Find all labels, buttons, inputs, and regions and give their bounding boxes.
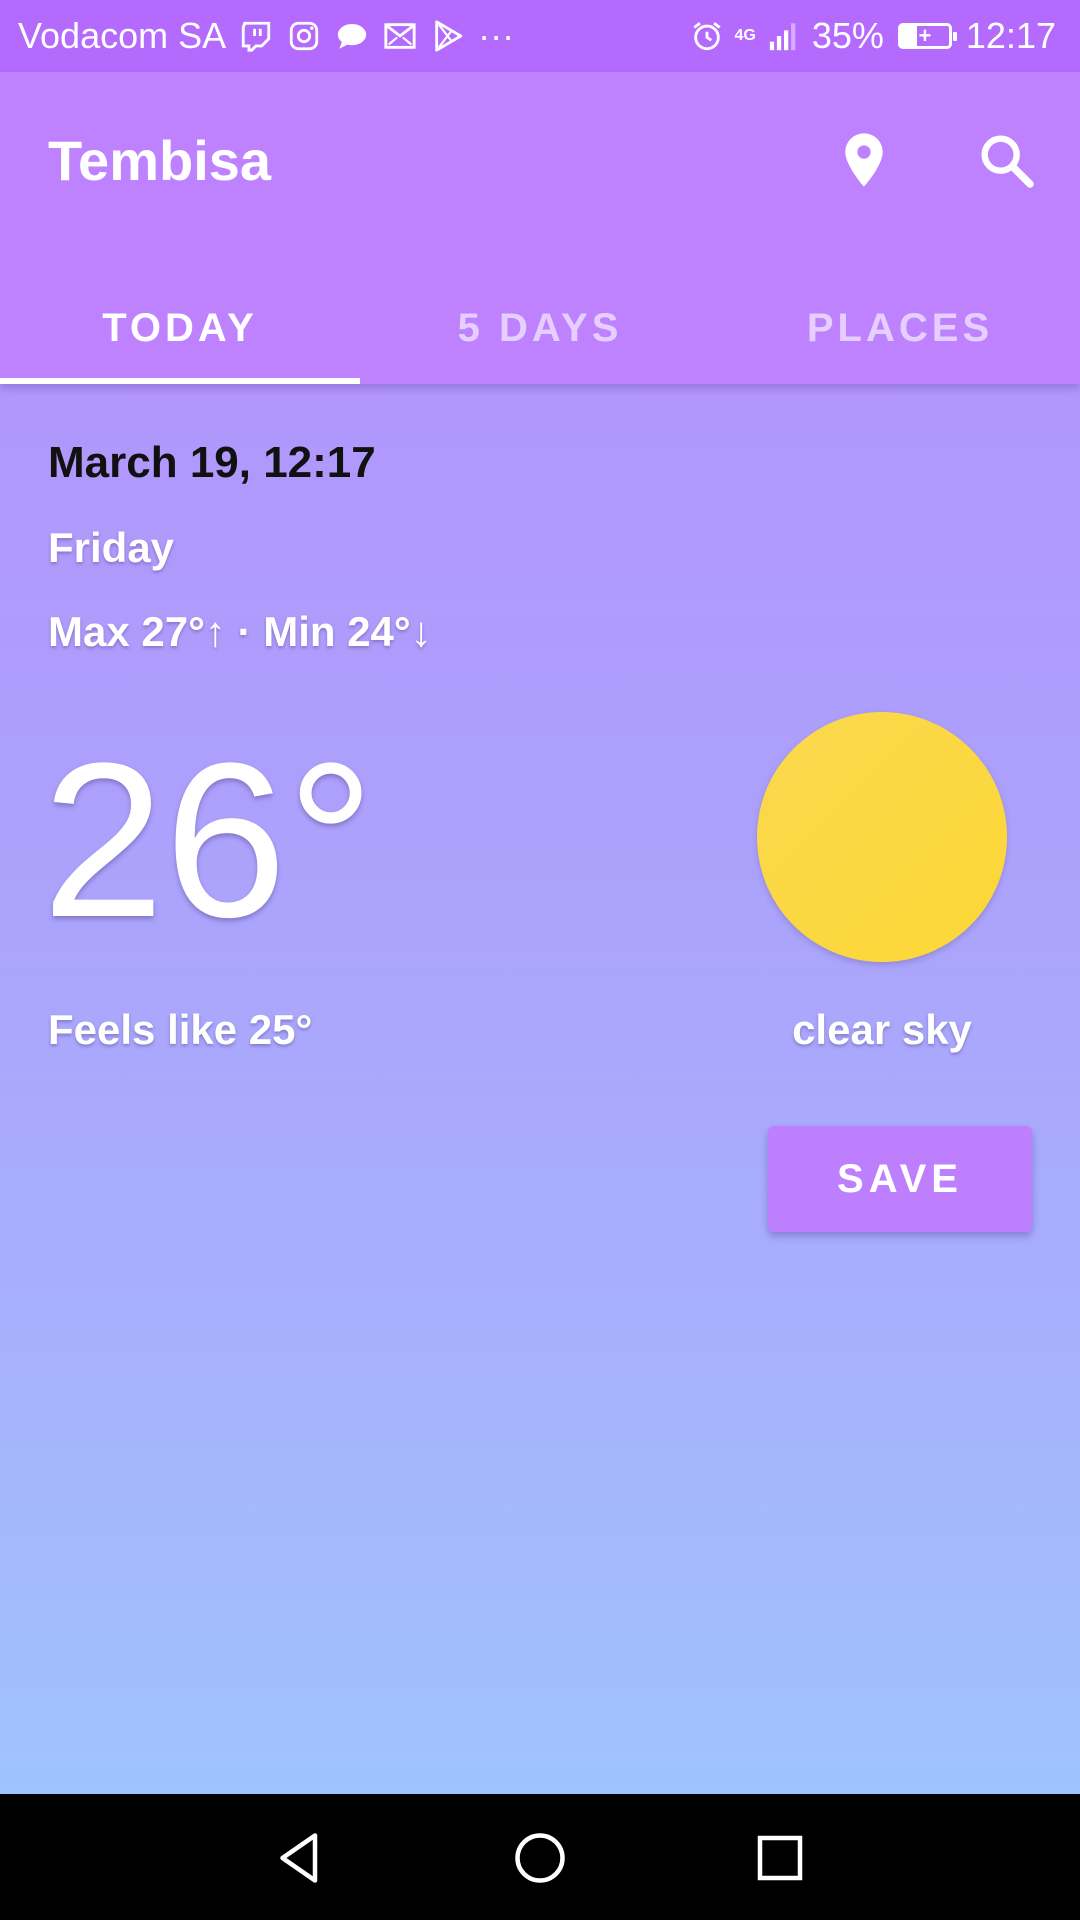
- date-time: March 19, 12:17: [48, 438, 376, 487]
- home-icon: [515, 1833, 565, 1883]
- clock: 12:17: [965, 15, 1056, 56]
- tab-bar: TODAY 5 DAYS PLACES: [0, 272, 1080, 384]
- location-button[interactable]: [820, 116, 908, 204]
- sun-icon: [757, 712, 1007, 962]
- min-max-temperature: Max 27°↑ · Min 24°↓: [48, 608, 432, 655]
- location-pin-icon: [845, 133, 883, 187]
- signal-icon: [766, 18, 802, 54]
- battery-percent: 35%: [811, 15, 884, 56]
- instagram-icon: [286, 18, 322, 54]
- back-button[interactable]: [264, 1822, 336, 1894]
- recents-button[interactable]: [744, 1822, 816, 1894]
- back-icon: [280, 1833, 318, 1883]
- save-button[interactable]: SAVE: [768, 1126, 1032, 1232]
- tab-places[interactable]: PLACES: [720, 272, 1080, 384]
- status-bar: Vodacom SA ··· 4G 35% + 12:17: [0, 0, 1080, 72]
- home-button[interactable]: [504, 1822, 576, 1894]
- tab-today[interactable]: TODAY: [0, 272, 360, 384]
- twitch-icon: [238, 18, 274, 54]
- feels-like: Feels like 25°: [48, 1006, 313, 1053]
- recents-icon: [757, 1835, 803, 1881]
- status-bar-left: Vodacom SA ···: [18, 15, 689, 57]
- app-bar: Tembisa TODAY 5 DAYS PLACES: [0, 72, 1080, 384]
- status-bar-right: 4G 35% + 12:17: [689, 15, 1056, 57]
- more-notifications: ···: [478, 15, 515, 56]
- weather-condition: clear sky: [792, 1006, 972, 1053]
- search-button[interactable]: [962, 116, 1050, 204]
- city-title: Tembisa: [48, 129, 272, 192]
- weather-screen: Vodacom SA ··· 4G 35% + 12:17 Tembisa TO…: [0, 0, 1080, 1920]
- play-store-icon: [430, 18, 466, 54]
- gmail-icon: [382, 18, 418, 54]
- carrier-label: Vodacom SA: [18, 15, 227, 56]
- current-temperature: 26°: [42, 717, 375, 963]
- weekday: Friday: [48, 524, 175, 571]
- battery-charging-icon: +: [897, 23, 957, 49]
- navigation-bar: [0, 1794, 1080, 1920]
- network-type-label: 4G: [734, 27, 756, 44]
- tab-5-days[interactable]: 5 DAYS: [360, 272, 720, 384]
- search-icon: [981, 135, 1034, 188]
- alarm-icon: [689, 18, 725, 54]
- chat-bubble-icon: [334, 18, 370, 54]
